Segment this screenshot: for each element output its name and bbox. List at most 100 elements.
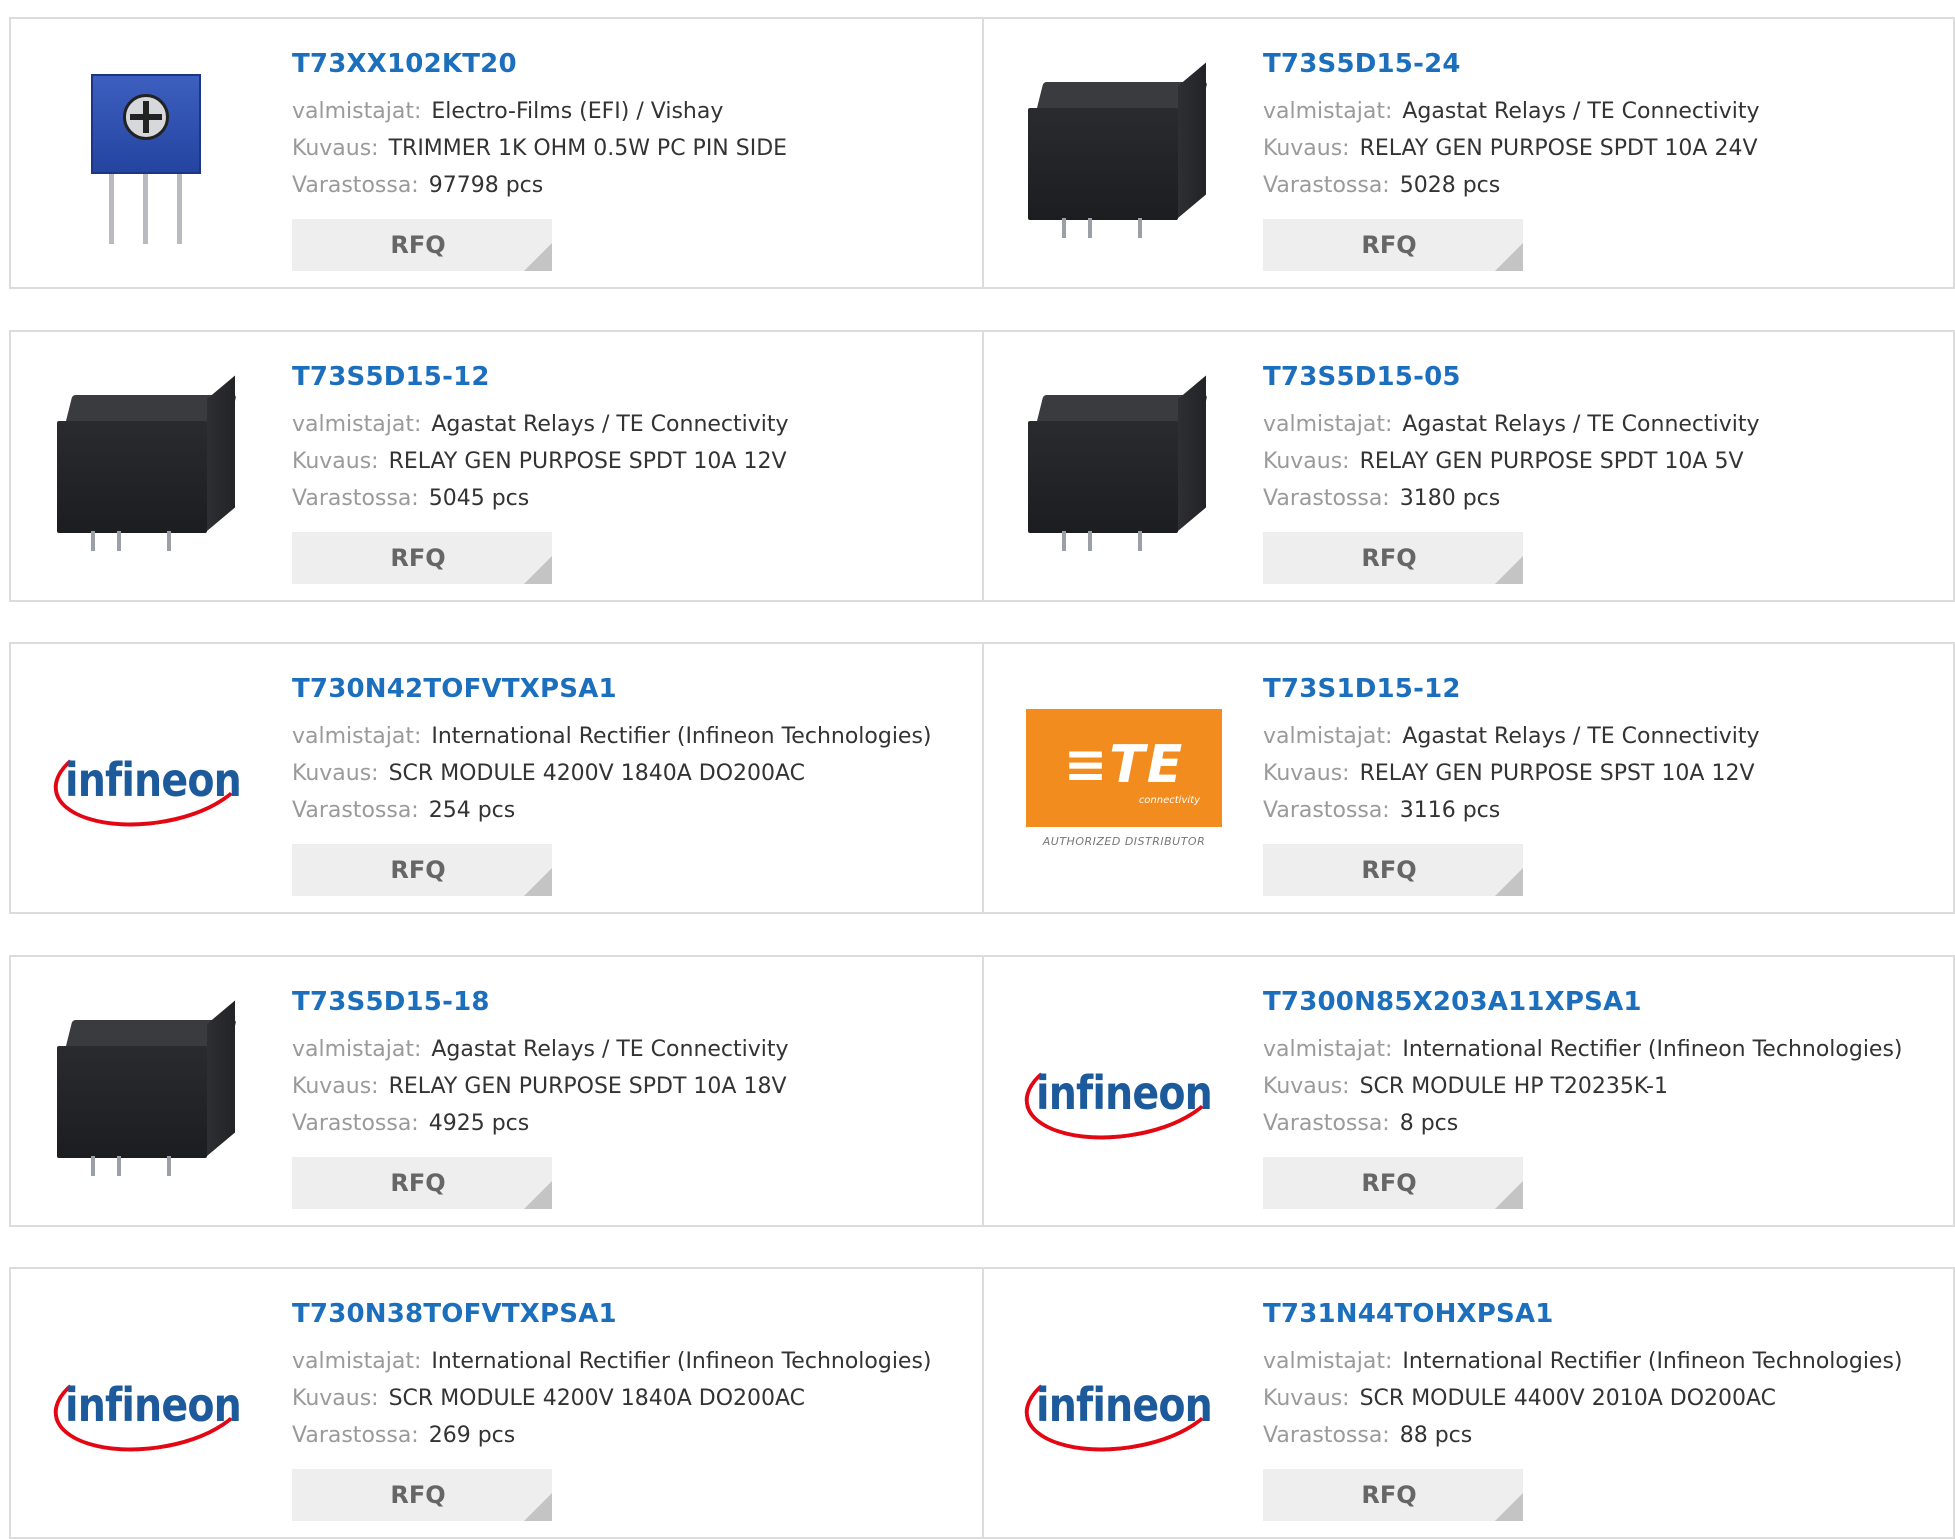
manufacturer-value: International Rectifier (Infineon Techno… (1402, 1349, 1903, 1374)
product-thumbnail[interactable]: infineon (1018, 1314, 1226, 1494)
description-value: SCR MODULE 4200V 1840A DO200AC (388, 1386, 806, 1411)
manufacturer-line: valmistajat: Electro-Films (EFI) / Vishay (292, 93, 787, 130)
stock-value: 269 pcs (428, 1423, 516, 1448)
product-thumbnail[interactable]: infineon (47, 689, 255, 869)
part-number-link[interactable]: T73S5D15-05 (1263, 362, 1760, 392)
rfq-label: RFQ (1361, 1481, 1417, 1509)
rfq-button[interactable]: RFQ (292, 1469, 552, 1521)
description-label: Kuvaus: (292, 136, 379, 161)
part-number-link[interactable]: T73S5D15-24 (1263, 49, 1760, 79)
product-thumbnail[interactable]: ≡TE connectivity AUTHORIZED DISTRIBUTOR (1022, 689, 1226, 869)
product-thumbnail[interactable] (51, 64, 255, 244)
part-number-link[interactable]: T730N38TOFVTXPSA1 (292, 1299, 932, 1329)
stock-label: Varastossa: (292, 173, 419, 198)
part-number-link[interactable]: T731N44TOHXPSA1 (1263, 1299, 1903, 1329)
product-thumbnail[interactable]: infineon (1018, 1002, 1226, 1182)
stock-line: Varastossa: 3116 pcs (1263, 792, 1760, 829)
part-number-link[interactable]: T73S5D15-18 (292, 987, 789, 1017)
rfq-label: RFQ (1361, 544, 1417, 572)
part-number-link[interactable]: T73XX102KT20 (292, 49, 787, 79)
product-thumbnail[interactable]: infineon (47, 1314, 255, 1494)
manufacturer-label: valmistajat: (1263, 1037, 1393, 1062)
description-value: RELAY GEN PURPOSE SPST 10A 12V (1359, 761, 1755, 786)
description-label: Kuvaus: (1263, 449, 1350, 474)
manufacturer-line: valmistajat: Agastat Relays / TE Connecti… (1263, 93, 1760, 130)
product-card: ≡TE connectivity AUTHORIZED DISTRIBUTOR T73… (982, 644, 1953, 912)
product-info: T73S5D15-18 valmistajat: Agastat Relays / … (292, 987, 789, 1142)
product-info: T73XX102KT20 valmistajat: Electro-Films (E… (292, 49, 787, 204)
rfq-button[interactable]: RFQ (292, 844, 552, 896)
product-row: T73S5D15-12 valmistajat: Agastat Relays / … (9, 330, 1955, 602)
stock-value: 5028 pcs (1399, 173, 1501, 198)
part-number-link[interactable]: T73S5D15-12 (292, 362, 789, 392)
manufacturer-line: valmistajat: Agastat Relays / TE Connecti… (1263, 406, 1760, 443)
manufacturer-label: valmistajat: (292, 724, 422, 749)
part-number-link[interactable]: T7300N85X203A11XPSA1 (1263, 987, 1903, 1017)
description-line: Kuvaus: SCR MODULE 4200V 1840A DO200AC (292, 1380, 932, 1417)
stock-label: Varastossa: (1263, 798, 1390, 823)
description-line: Kuvaus: RELAY GEN PURPOSE SPDT 10A 18V (292, 1068, 789, 1105)
rfq-button[interactable]: RFQ (1263, 532, 1523, 584)
stock-label: Varastossa: (1263, 1423, 1390, 1448)
stock-label: Varastossa: (292, 798, 419, 823)
product-thumbnail[interactable] (51, 1000, 255, 1182)
rfq-button[interactable]: RFQ (292, 219, 552, 271)
part-number-link[interactable]: T73S1D15-12 (1263, 674, 1760, 704)
product-card: T73S5D15-12 valmistajat: Agastat Relays / … (11, 332, 982, 600)
product-card: T73S5D15-05 valmistajat: Agastat Relays / … (982, 332, 1953, 600)
rfq-label: RFQ (390, 544, 446, 572)
product-info: T7300N85X203A11XPSA1 valmistajat: Internat… (1263, 987, 1903, 1142)
product-thumbnail[interactable] (51, 375, 255, 557)
description-value: RELAY GEN PURPOSE SPDT 10A 5V (1359, 449, 1744, 474)
description-line: Kuvaus: SCR MODULE 4400V 2010A DO200AC (1263, 1380, 1903, 1417)
description-value: TRIMMER 1K OHM 0.5W PC PIN SIDE (388, 136, 788, 161)
stock-label: Varastossa: (1263, 173, 1390, 198)
rfq-label: RFQ (390, 856, 446, 884)
description-line: Kuvaus: SCR MODULE HP T20235K-1 (1263, 1068, 1903, 1105)
stock-line: Varastossa: 4925 pcs (292, 1105, 789, 1142)
rfq-button[interactable]: RFQ (1263, 1469, 1523, 1521)
product-info: T73S5D15-24 valmistajat: Agastat Relays / … (1263, 49, 1760, 204)
stock-value: 88 pcs (1399, 1423, 1473, 1448)
product-card: T73XX102KT20 valmistajat: Electro-Films (E… (11, 19, 982, 287)
description-line: Kuvaus: RELAY GEN PURPOSE SPDT 10A 24V (1263, 130, 1760, 167)
part-number-link[interactable]: T730N42TOFVTXPSA1 (292, 674, 932, 704)
description-label: Kuvaus: (292, 761, 379, 786)
rfq-label: RFQ (390, 1481, 446, 1509)
infineon-logo: infineon (47, 1340, 255, 1464)
product-card: T73S5D15-24 valmistajat: Agastat Relays / … (982, 19, 1953, 287)
stock-label: Varastossa: (292, 1423, 419, 1448)
relay-image (1022, 375, 1226, 557)
relay-image (1022, 62, 1226, 244)
product-thumbnail[interactable] (1022, 62, 1226, 244)
description-label: Kuvaus: (292, 1386, 379, 1411)
product-card: T73S5D15-18 valmistajat: Agastat Relays / … (11, 957, 982, 1225)
product-thumbnail[interactable] (1022, 375, 1226, 557)
product-info: T730N42TOFVTXPSA1 valmistajat: Internation… (292, 674, 932, 829)
rfq-button[interactable]: RFQ (1263, 219, 1523, 271)
manufacturer-line: valmistajat: International Rectifier (Inf… (1263, 1343, 1903, 1380)
rfq-button[interactable]: RFQ (292, 1157, 552, 1209)
description-label: Kuvaus: (1263, 1074, 1350, 1099)
manufacturer-line: valmistajat: International Rectifier (Inf… (292, 718, 932, 755)
manufacturer-value: Agastat Relays / TE Connectivity (1402, 412, 1760, 437)
manufacturer-value: International Rectifier (Infineon Techno… (1402, 1037, 1903, 1062)
stock-line: Varastossa: 88 pcs (1263, 1417, 1903, 1454)
manufacturer-value: Electro-Films (EFI) / Vishay (431, 99, 724, 124)
description-line: Kuvaus: SCR MODULE 4200V 1840A DO200AC (292, 755, 932, 792)
description-value: RELAY GEN PURPOSE SPDT 10A 24V (1359, 136, 1758, 161)
description-label: Kuvaus: (1263, 136, 1350, 161)
product-info: T73S1D15-12 valmistajat: Agastat Relays / … (1263, 674, 1760, 829)
stock-value: 8 pcs (1399, 1111, 1459, 1136)
product-row: infineon T730N38TOFVTXPSA1 valmistajat: Int… (9, 1267, 1955, 1539)
product-info: T73S5D15-05 valmistajat: Agastat Relays / … (1263, 362, 1760, 517)
rfq-button[interactable]: RFQ (292, 532, 552, 584)
description-value: SCR MODULE 4400V 2010A DO200AC (1359, 1386, 1777, 1411)
manufacturer-value: Agastat Relays / TE Connectivity (431, 412, 789, 437)
rfq-button[interactable]: RFQ (1263, 1157, 1523, 1209)
corner-triangle-icon (1495, 868, 1523, 896)
rfq-button[interactable]: RFQ (1263, 844, 1523, 896)
manufacturer-value: Agastat Relays / TE Connectivity (1402, 724, 1760, 749)
description-value: RELAY GEN PURPOSE SPDT 10A 12V (388, 449, 787, 474)
stock-value: 97798 pcs (428, 173, 544, 198)
